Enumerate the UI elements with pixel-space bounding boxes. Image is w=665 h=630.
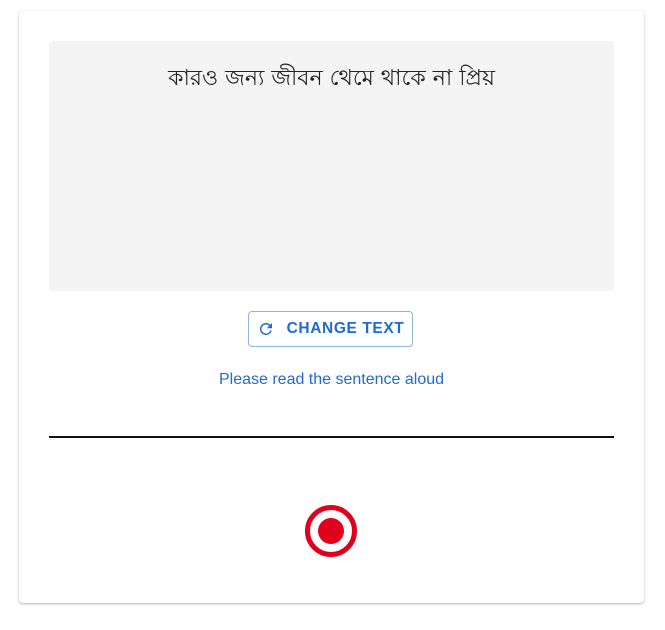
divider	[49, 436, 614, 438]
recording-card: কারও জন্য জীবন থেমে থাকে না প্রিয় CHANG…	[19, 11, 644, 603]
record-button[interactable]	[305, 505, 357, 557]
instruction-text: Please read the sentence aloud	[218, 371, 445, 388]
sentence-panel: কারও জন্য জীবন থেমে থাকে না প্রিয়	[49, 41, 614, 291]
refresh-icon	[257, 320, 275, 338]
change-text-label: CHANGE TEXT	[286, 320, 405, 337]
record-icon	[305, 505, 357, 557]
change-text-button[interactable]: CHANGE TEXT	[248, 311, 413, 347]
sentence-text: কারও জন্য জীবন থেমে থাকে না প্রিয়	[168, 66, 495, 91]
